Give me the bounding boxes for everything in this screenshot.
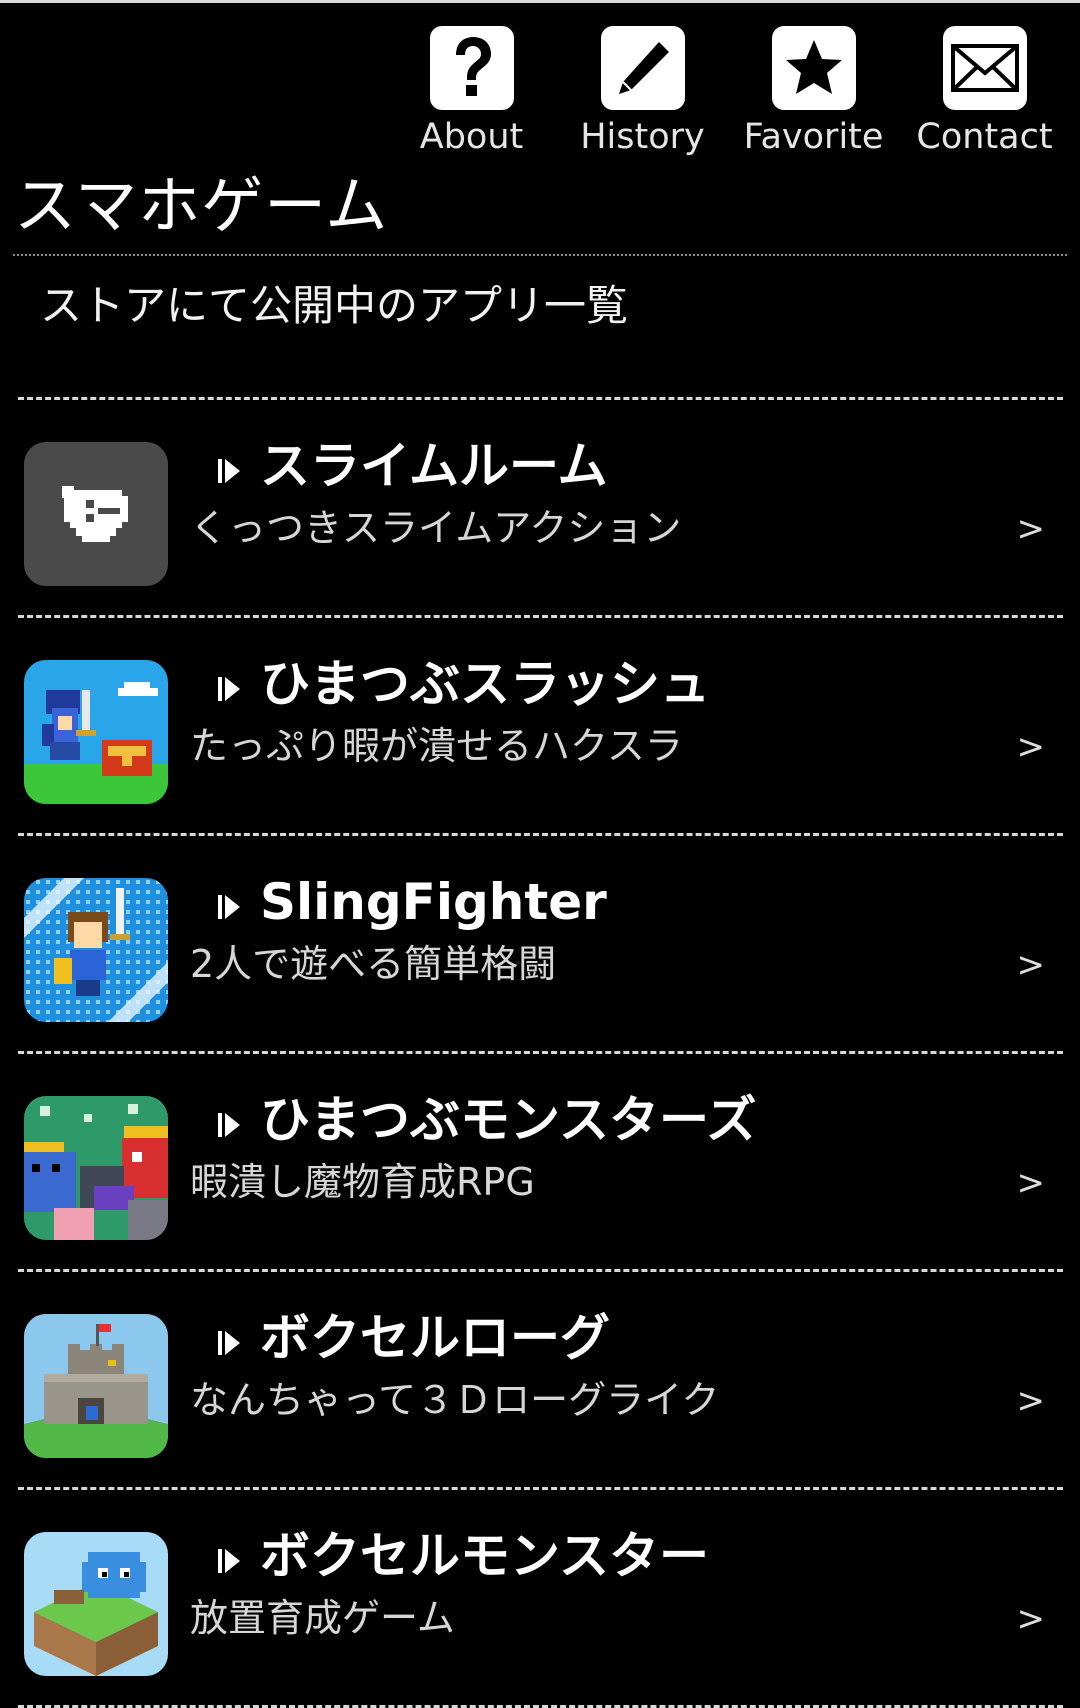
title-divider xyxy=(12,253,1068,258)
slingfighter-app-icon xyxy=(24,878,168,1022)
slime-room-app-icon xyxy=(24,442,168,586)
app-description: 2人で遊べる簡単格闘 xyxy=(190,942,557,986)
voxel-rogue-app-icon xyxy=(24,1314,168,1458)
app-row-slime-room[interactable]: スライムルーム くっつきスライムアクション > xyxy=(18,400,1063,615)
chevron-right-icon: > xyxy=(1016,945,1046,985)
voxel-monster-app-icon xyxy=(24,1532,168,1676)
app-row-slingfighter[interactable]: SlingFighter 2人で遊べる簡単格闘 > xyxy=(18,836,1063,1051)
nav-history[interactable]: History xyxy=(557,26,728,160)
chevron-right-icon: > xyxy=(1016,509,1046,549)
page-title: スマホゲーム xyxy=(14,169,389,242)
question-icon xyxy=(429,26,514,110)
app-row-himatsubu-slash[interactable]: ひまつぶスラッシュ たっぷり暇が潰せるハクスラ > xyxy=(18,618,1063,833)
nav-contact-label: Contact xyxy=(916,117,1053,157)
app-name: SlingFighter xyxy=(260,873,607,931)
top-rule xyxy=(0,0,1080,3)
app-list: スライムルーム くっつきスライムアクション > ひまつぶスラッシュ たっぷり暇が… xyxy=(18,397,1063,1708)
play-triangle-icon xyxy=(218,895,240,919)
nav-about[interactable]: About xyxy=(386,26,557,160)
app-name: ひまつぶスラッシュ xyxy=(260,655,710,713)
page-subtitle: ストアにて公開中のアプリ一覧 xyxy=(40,281,629,330)
top-nav: About History Favorite Contact xyxy=(386,26,1070,160)
nav-history-label: History xyxy=(580,117,705,157)
app-name: ひまつぶモンスターズ xyxy=(260,1091,757,1149)
nav-favorite-label: Favorite xyxy=(743,117,884,157)
app-description: 暇潰し魔物育成RPG xyxy=(190,1160,535,1204)
app-description: くっつきスライムアクション xyxy=(190,506,682,550)
chevron-right-icon: > xyxy=(1016,1381,1046,1421)
app-row-voxel-monster[interactable]: ボクセルモンスター 放置育成ゲーム > xyxy=(18,1490,1063,1705)
nav-favorite[interactable]: Favorite xyxy=(728,26,899,160)
play-triangle-icon xyxy=(218,459,240,483)
himatsubu-monsters-app-icon xyxy=(24,1096,168,1240)
play-triangle-icon xyxy=(218,677,240,701)
app-row-himatsubu-monsters[interactable]: ひまつぶモンスターズ 暇潰し魔物育成RPG > xyxy=(18,1054,1063,1269)
app-name: スライムルーム xyxy=(260,437,608,495)
chevron-right-icon: > xyxy=(1016,1599,1046,1639)
envelope-icon xyxy=(942,26,1027,110)
play-triangle-icon xyxy=(218,1549,240,1573)
app-description: たっぷり暇が潰せるハクスラ xyxy=(190,724,683,768)
app-description: 放置育成ゲーム xyxy=(190,1596,455,1640)
app-row-voxel-rogue[interactable]: ボクセルローグ なんちゃって３Ｄローグライク > xyxy=(18,1272,1063,1487)
play-triangle-icon xyxy=(218,1113,240,1137)
chevron-right-icon: > xyxy=(1016,727,1046,767)
app-description: なんちゃって３Ｄローグライク xyxy=(190,1378,720,1422)
nav-contact[interactable]: Contact xyxy=(899,26,1070,160)
pencil-icon xyxy=(600,26,685,110)
play-triangle-icon xyxy=(218,1331,240,1355)
star-icon xyxy=(771,26,856,110)
himatsubu-slash-app-icon xyxy=(24,660,168,804)
nav-about-label: About xyxy=(419,117,524,157)
chevron-right-icon: > xyxy=(1016,1163,1046,1203)
app-name: ボクセルモンスター xyxy=(260,1527,709,1585)
app-name: ボクセルローグ xyxy=(260,1309,610,1367)
